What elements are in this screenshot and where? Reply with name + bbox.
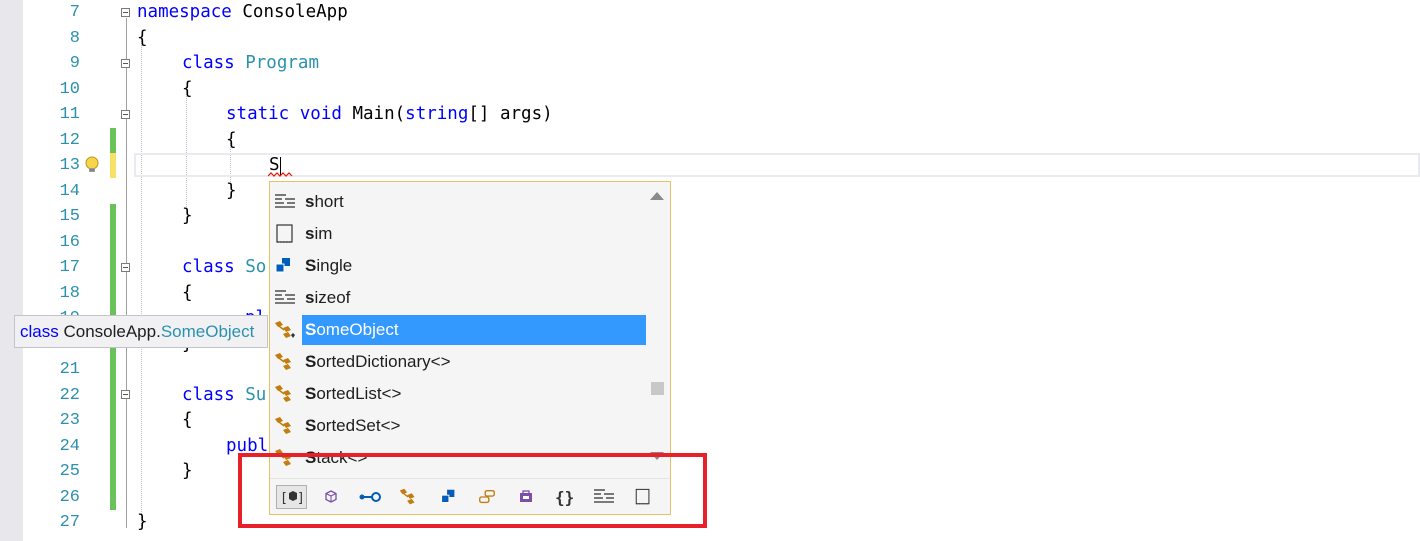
identifier: Main(	[352, 104, 406, 124]
scroll-thumb[interactable]	[651, 382, 664, 395]
completion-label: SortedList<>	[305, 384, 402, 403]
type-name: So	[245, 257, 267, 277]
code-line[interactable]: namespace ConsoleApp	[137, 0, 348, 26]
completion-label: Single	[305, 256, 353, 275]
keyword: void	[299, 104, 342, 124]
completion-label: SortedDictionary<>	[305, 352, 451, 371]
code-line[interactable]: }	[226, 179, 237, 205]
line-number: 27	[59, 513, 80, 532]
completion-item-sim[interactable]: sim	[272, 218, 646, 250]
class-icon	[275, 321, 295, 338]
completion-label: sizeof	[305, 288, 351, 307]
completion-item-someobject[interactable]: SomeObject	[272, 314, 646, 346]
completion-item-sizeof[interactable]: sizeof	[272, 282, 646, 314]
keyword: static	[226, 104, 290, 124]
class-icon	[275, 385, 291, 402]
keyword: namespace	[137, 2, 232, 22]
line-number: 12	[59, 130, 80, 150]
quick-info-tooltip: class ConsoleApp.SomeObject	[14, 315, 268, 348]
struct-icon	[275, 258, 290, 273]
line-number: 17	[59, 258, 80, 277]
scroll-up-icon[interactable]	[650, 192, 664, 200]
keyword-icon	[275, 290, 295, 304]
current-line-highlight	[134, 153, 1420, 177]
outline-line	[126, 18, 127, 528]
code-line[interactable]: class Su	[182, 383, 266, 409]
keyword: string	[405, 104, 469, 124]
code-line[interactable]: }	[182, 459, 193, 485]
line-number: 13	[59, 156, 80, 175]
code-line[interactable]: {	[137, 26, 148, 52]
line-number: 8	[69, 28, 80, 48]
type-name: Su	[245, 384, 267, 405]
code-line[interactable]: }	[137, 510, 148, 536]
line-number: 26	[59, 487, 80, 507]
collapse-icon[interactable]	[121, 59, 130, 68]
code-line[interactable]: {	[182, 281, 193, 307]
code-line[interactable]: {	[182, 408, 193, 434]
completion-label: SomeObject	[302, 315, 646, 345]
error-squiggle	[268, 172, 293, 177]
code-line[interactable]: class So	[182, 255, 266, 281]
code-line[interactable]: {	[226, 128, 237, 154]
change-marker	[110, 204, 116, 510]
completion-label: SortedSet<>	[305, 416, 401, 435]
line-number: 23	[59, 411, 80, 430]
keyword: class	[182, 53, 235, 73]
class-icon	[275, 353, 291, 370]
collapse-icon[interactable]	[121, 390, 130, 399]
keyword: class	[182, 384, 235, 405]
completion-label: sim	[305, 224, 333, 243]
tooltip-namespace: ConsoleApp.	[63, 322, 161, 341]
change-marker	[110, 153, 116, 178]
line-number: 22	[59, 385, 80, 405]
line-number: 21	[59, 360, 80, 379]
tooltip-type: SomeObject	[160, 322, 255, 341]
line-number: 15	[59, 207, 80, 226]
change-marker	[110, 128, 116, 153]
identifier: [] args)	[468, 104, 553, 124]
line-number: 18	[59, 283, 80, 303]
line-number: 7	[69, 3, 80, 22]
line-number: 9	[69, 54, 80, 73]
identifier: ConsoleApp	[242, 2, 348, 22]
line-number: 10	[59, 79, 80, 99]
indent-guide	[141, 38, 142, 526]
code-line[interactable]: {	[182, 77, 193, 103]
collapse-icon[interactable]	[121, 8, 130, 17]
completion-item-sorteddictionary[interactable]: SortedDictionary<>	[272, 346, 646, 378]
tooltip-keyword: class	[20, 322, 59, 341]
lightbulb-icon[interactable]	[82, 155, 102, 175]
completion-label: short	[305, 192, 344, 211]
line-number: 16	[59, 232, 80, 252]
snippet-icon	[276, 224, 293, 243]
indent-guide	[186, 92, 187, 207]
completion-item-single[interactable]: Single	[272, 250, 646, 282]
completion-scrollbar[interactable]	[644, 182, 670, 472]
type-name: Program	[245, 53, 319, 73]
completion-item-sortedset[interactable]: SortedSet<>	[272, 410, 646, 442]
annotation-highlight-box	[238, 453, 707, 528]
collapse-icon[interactable]	[121, 110, 130, 119]
completion-list[interactable]: short sim Single sizeof SomeObject Sorte…	[270, 186, 646, 472]
line-number: 25	[59, 462, 80, 481]
completion-item-sortedlist[interactable]: SortedList<>	[272, 378, 646, 410]
editor-left-margin	[0, 0, 23, 541]
collapse-icon[interactable]	[121, 263, 130, 272]
keyword: class	[182, 257, 235, 277]
class-icon	[275, 417, 291, 434]
keyword-icon	[275, 194, 295, 208]
code-line[interactable]: class Program	[182, 51, 319, 77]
line-number: 14	[59, 181, 80, 201]
code-line[interactable]: }	[182, 204, 193, 230]
line-number: 11	[59, 105, 80, 124]
line-number: 24	[59, 436, 80, 456]
code-line[interactable]: static void Main(string[] args)	[226, 102, 553, 128]
completion-item-short[interactable]: short	[272, 186, 646, 218]
